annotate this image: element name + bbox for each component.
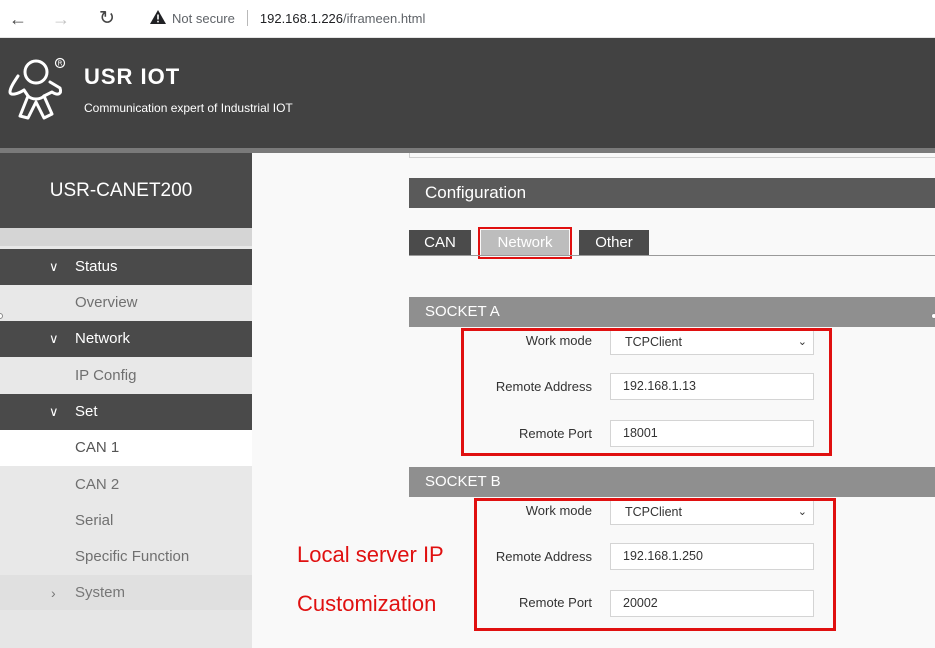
device-name-panel: USR-CANET200 [0, 153, 252, 228]
sidebar: USR-CANET200 ∨ Status Overview ∨ Network… [0, 153, 252, 648]
forward-arrow-icon[interactable]: → [49, 7, 73, 31]
socket-a-highlight-box [461, 328, 832, 456]
chevron-down-icon: ∨ [49, 259, 59, 274]
sidebar-item-serial[interactable]: Serial [0, 503, 252, 539]
main-content: Configuration CAN Network Other SOCKET A… [252, 153, 935, 648]
sidebar-item-can-2[interactable]: CAN 2 [0, 467, 252, 503]
resize-handle-right [931, 313, 935, 319]
configuration-header: Configuration [409, 178, 935, 208]
address-bar[interactable]: Not secure 192.168.1.226/iframeen.html [150, 8, 425, 30]
warning-triangle-icon [150, 10, 166, 24]
chevron-down-icon: ∨ [49, 331, 59, 346]
sidebar-item-ip-config[interactable]: IP Config [0, 358, 252, 394]
sidebar-group-status[interactable]: ∨ Status [0, 249, 252, 285]
svg-text:R: R [58, 60, 63, 68]
sidebar-group-label: System [75, 584, 126, 601]
local-server-ip-annotation: Local server IP [297, 542, 444, 567]
sidebar-group-label: Set [75, 403, 98, 420]
brand-tagline: Communication expert of Industrial IOT [84, 101, 293, 115]
chevron-down-icon: ∨ [49, 404, 59, 419]
socket-a-header: SOCKET A [409, 297, 935, 327]
address-divider [246, 10, 248, 26]
sidebar-item-specific-function[interactable]: Specific Function [0, 539, 252, 575]
sidebar-footer [0, 610, 252, 648]
back-arrow-icon[interactable]: ← [6, 7, 30, 31]
device-name: USR-CANET200 [49, 180, 193, 201]
browser-toolbar: ← → ↻ Not secure 192.168.1.226/iframeen.h… [0, 0, 935, 38]
sidebar-group-system[interactable]: › System [0, 575, 252, 611]
usr-figure-logo-icon: R [8, 57, 66, 120]
url-host: 192.168.1.226 [259, 11, 344, 26]
tab-other[interactable]: Other [579, 230, 649, 256]
tab-network[interactable]: Network [478, 227, 572, 259]
socket-b-header: SOCKET B [409, 467, 935, 497]
chevron-right-icon: › [51, 585, 56, 601]
sidebar-item-overview[interactable]: Overview [0, 285, 252, 321]
tab-divider [409, 255, 935, 256]
brand-name: USR IOT [84, 64, 181, 89]
reload-icon[interactable]: ↻ [95, 7, 119, 31]
sidebar-group-label: Status [75, 258, 118, 275]
sidebar-item-can-1[interactable]: CAN 1 [0, 430, 252, 466]
tab-can[interactable]: CAN [409, 230, 471, 256]
sidebar-group-label: Network [75, 330, 131, 347]
sidebar-group-set[interactable]: ∨ Set [0, 394, 252, 430]
not-secure-label: Not secure [172, 11, 235, 26]
customization-annotation: Customization [297, 591, 437, 616]
frame-top-border [409, 153, 935, 158]
sidebar-group-network[interactable]: ∨ Network [0, 321, 252, 357]
socket-b-highlight-box [474, 498, 836, 631]
app-header: R USR IOT Communication expert of Indust… [0, 38, 935, 148]
url-path: /iframeen.html [343, 11, 426, 26]
sidebar-spacer [0, 228, 252, 246]
